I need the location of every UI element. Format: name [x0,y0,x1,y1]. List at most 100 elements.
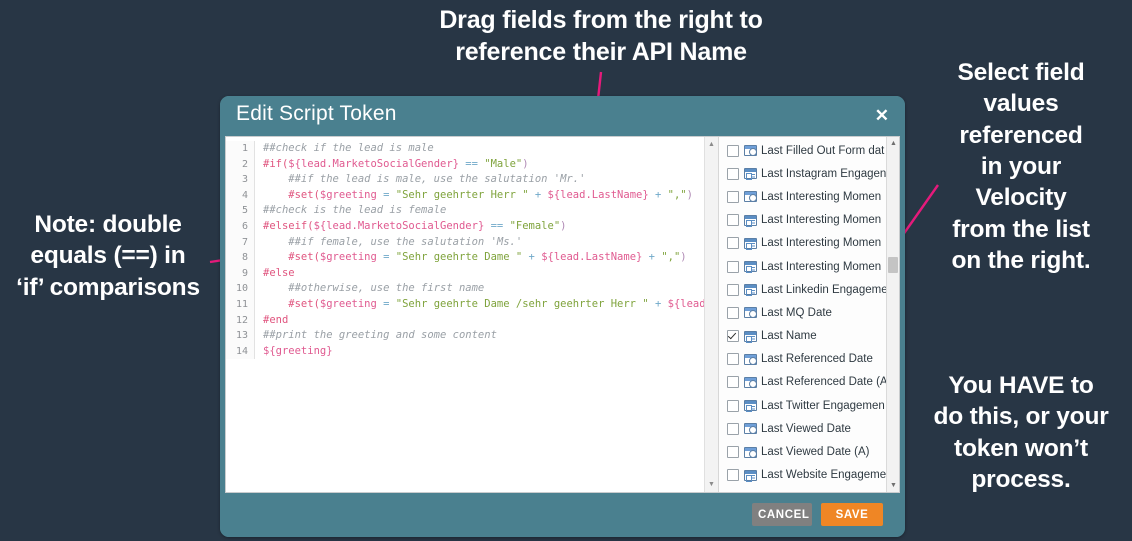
field-checkbox[interactable] [727,260,739,273]
line-content[interactable]: #set($greeting = "Sehr geehrte Dame /seh… [255,297,704,313]
code-line[interactable]: 1 ##check if the lead is male [226,141,704,157]
field-checkbox[interactable] [727,190,739,203]
line-number: 7 [226,234,255,251]
field-scroll-down-icon[interactable]: ▼ [888,480,899,491]
code-token: + [648,297,668,310]
code-token: ${lead.MarketoSocialGender} [288,157,459,170]
script-editor[interactable]: 1 ##check if the lead is male 2 #if(${lead.… [226,137,719,492]
list-item[interactable]: Last Interesting Momen [719,255,886,278]
code-token: ##if female, use the salutation 'Ms.' [263,235,523,248]
code-line[interactable]: 12 #end [226,312,704,329]
line-content[interactable]: #end [255,313,288,329]
code-line[interactable]: 9 #else [226,265,704,282]
code-line[interactable]: 2 #if(${lead.MarketoSocialGender} == "Mal… [226,156,704,173]
list-item[interactable]: Last Interesting Momen [719,209,886,232]
field-checkbox[interactable] [727,422,739,435]
code-line[interactable]: 10 ##otherwise, use the first name [226,281,704,297]
code-line[interactable]: 4 #set($greeting = "Sehr geehrter Herr "… [226,187,704,204]
line-number: 13 [226,328,255,344]
field-checkbox[interactable] [727,353,739,366]
code-scroll-area[interactable]: 1 ##check if the lead is male 2 #if(${lead.… [226,137,704,492]
field-scroll-up-icon[interactable]: ▲ [888,138,899,149]
code-line[interactable]: 8 #set($greeting = "Sehr geehrte Dame " … [226,250,704,266]
list-item[interactable]: Last Filled Out Form dat [719,139,886,162]
code-token: "Sehr geehrte Dame /sehr geehrter Herr " [395,297,649,310]
code-line[interactable]: 14 ${greeting} [226,343,704,360]
line-content[interactable]: ##otherwise, use the first name [255,281,484,297]
line-content[interactable]: #set($greeting = "Sehr geehrter Herr " +… [255,188,693,204]
list-item[interactable]: Last Referenced Date [719,348,886,371]
line-content[interactable]: ##if the lead is male, use the salutatio… [255,172,585,188]
date-field-icon [744,376,757,388]
field-checkbox[interactable] [727,214,739,227]
code-token: = [376,297,396,310]
field-list[interactable]: Last Filled Out Form dat Last Instagram E… [719,137,886,492]
code-token: "Sehr geehrte Dame " [395,251,523,264]
code-token: ##check is the lead is female [263,204,447,217]
field-checkbox[interactable] [727,446,739,459]
list-item[interactable]: Last Interesting Momen [719,232,886,255]
line-content[interactable]: #if(${lead.MarketoSocialGender} == "Male… [255,157,529,173]
line-content[interactable]: ${greeting} [255,344,333,360]
line-content[interactable]: #else [255,266,295,282]
field-checkbox[interactable] [727,376,739,389]
field-label: Last Linkedin Engageme [761,283,886,296]
field-label: Last Filled Out Form dat [761,144,885,157]
list-item[interactable]: Last Interesting Momen [719,185,886,208]
code-token: #end [263,313,289,326]
editor-vertical-scrollbar[interactable]: ▲ ▼ [704,137,718,492]
code-line[interactable]: 7 ##if female, use the salutation 'Ms.' [226,234,704,251]
list-item[interactable]: Last Viewed Date (A) [719,440,886,463]
code-token: $greeting [319,251,377,264]
code-line[interactable]: 13 ##print the greeting and some content [226,328,704,344]
scroll-up-icon[interactable]: ▲ [705,138,718,151]
code-lines[interactable]: 1 ##check if the lead is male 2 #if(${lead.… [226,137,704,360]
field-checkbox[interactable] [727,330,739,343]
line-content[interactable]: #set($greeting = "Sehr geehrte Dame " + … [255,250,686,266]
line-content[interactable]: #elseif(${lead.MarketoSocialGender} == "… [255,219,566,235]
list-item[interactable]: Last Instagram Engagen [719,162,886,185]
field-label: Last Interesting Momen [761,237,882,250]
line-content[interactable]: ##check if the lead is male [255,141,434,157]
field-list-panel[interactable]: Last Filled Out Form dat Last Instagram E… [719,137,899,492]
text-field-icon [744,400,757,413]
field-checkbox[interactable] [727,469,739,482]
list-item[interactable]: Last Name [719,325,886,348]
line-number: 14 [226,343,255,360]
scroll-down-icon[interactable]: ▼ [705,478,718,491]
close-icon[interactable]: ✕ [875,107,889,124]
field-checkbox[interactable] [727,144,739,157]
field-checkbox[interactable] [727,306,739,319]
field-list-vertical-scrollbar[interactable]: ▲ ▼ [886,137,899,492]
code-line[interactable]: 5 ##check is the lead is female [226,203,704,219]
line-number: 10 [226,281,255,297]
field-checkbox[interactable] [727,237,739,250]
code-token: "Sehr geehrter Herr " [395,188,529,201]
save-button[interactable]: SAVE [821,503,883,526]
list-item[interactable]: Last Referenced Date (A [719,371,886,394]
list-item[interactable]: Last Linkedin Engageme [719,278,886,301]
slide-canvas: Drag fields from the right to reference … [0,0,1132,541]
code-line[interactable]: 3 ##if the lead is male, use the salutat… [226,172,704,188]
cancel-button[interactable]: CANCEL [752,503,812,526]
line-content[interactable]: ##print the greeting and some content [255,328,497,344]
field-scroll-thumb[interactable] [888,257,898,273]
line-number: 12 [226,312,255,329]
list-item[interactable]: Last MQ Date [719,301,886,324]
annotation-double-equals: Note: double equals (==) in ‘if’ compari… [16,211,200,301]
code-token: "," [661,251,681,264]
line-content[interactable]: ##if female, use the salutation 'Ms.' [255,235,522,251]
field-checkbox[interactable] [727,399,739,412]
code-line[interactable]: 6 #elseif(${lead.MarketoSocialGender} == … [226,218,704,235]
code-token: "Male" [484,157,523,170]
field-checkbox[interactable] [727,167,739,180]
code-line[interactable]: 11 #set($greeting = "Sehr geehrte Dame /… [226,296,704,313]
list-item[interactable]: Last Viewed Date [719,417,886,440]
code-token: + [522,251,542,264]
list-item[interactable]: Last Twitter Engagemen [719,394,886,417]
code-token: ${lead.LastName} [541,251,643,264]
line-content[interactable]: ##check is the lead is female [255,203,446,219]
code-token: ##print the greeting and some content [263,329,497,342]
field-checkbox[interactable] [727,283,739,296]
list-item[interactable]: Last Website Engageme [719,464,886,487]
